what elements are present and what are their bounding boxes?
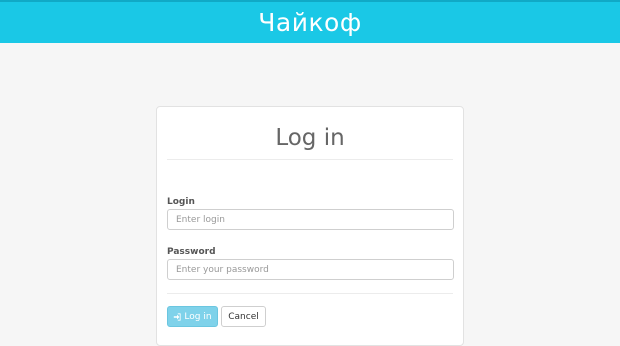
- login-label: Login: [167, 197, 195, 207]
- login-button[interactable]: Log in: [167, 306, 218, 327]
- divider: [167, 293, 453, 294]
- panel-title: Log in: [275, 125, 345, 151]
- cancel-button[interactable]: Cancel: [221, 306, 266, 327]
- login-input[interactable]: [167, 209, 454, 230]
- login-panel: Log in Login Password Log in Cancel: [156, 106, 464, 346]
- divider: [167, 159, 453, 160]
- sign-in-icon: [174, 312, 182, 321]
- password-input[interactable]: [167, 259, 454, 280]
- login-button-label: Log in: [184, 311, 212, 322]
- brand-title[interactable]: Чайкоф: [258, 8, 361, 37]
- top-navbar: Чайкоф: [0, 0, 620, 43]
- password-label: Password: [167, 247, 216, 257]
